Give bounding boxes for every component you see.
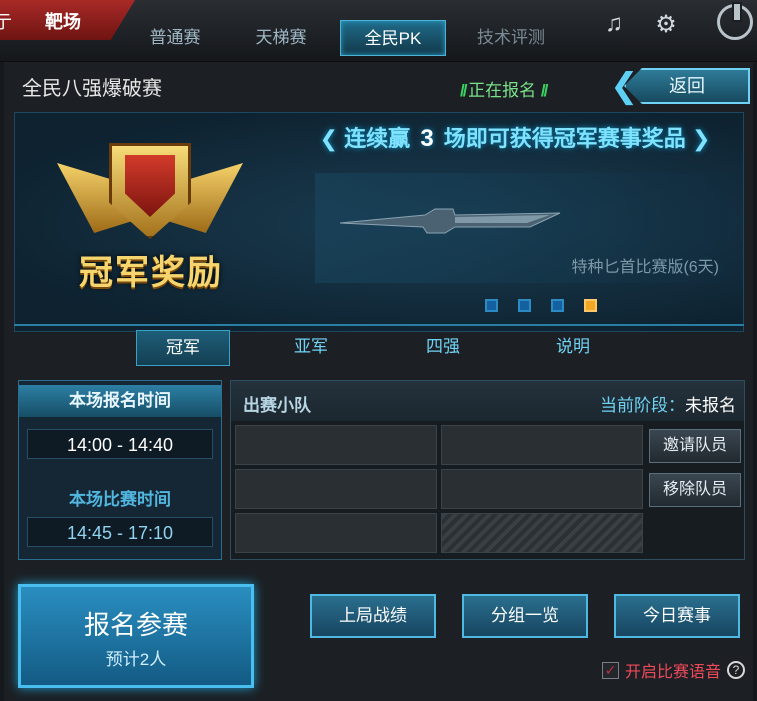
status-bars-icon: // bbox=[460, 81, 469, 100]
last-record-button[interactable]: 上局战绩 bbox=[310, 594, 436, 638]
back-button[interactable]: 返回 bbox=[624, 68, 750, 104]
reward-banner: 冠军奖励 ❮ 连续赢 3 场即可获得冠军赛事奖品 ❯ 特种匕首比赛版(6天) bbox=[14, 112, 744, 332]
voice-toggle[interactable]: ✓ 开启比赛语音 ? bbox=[602, 658, 746, 682]
banner-headline: ❮ 连续赢 3 场即可获得冠军赛事奖品 ❯ bbox=[305, 121, 725, 153]
voice-label: 开启比赛语音 bbox=[625, 664, 722, 681]
stage-value: 未报名 bbox=[685, 396, 736, 415]
signup-estimate: 预计2人 bbox=[105, 650, 167, 669]
team-slot-locked bbox=[441, 513, 643, 553]
team-title: 出赛小队 bbox=[243, 396, 311, 415]
remove-member-button[interactable]: 移除队员 bbox=[649, 473, 741, 507]
tab-national-pk[interactable]: 全民PK bbox=[340, 20, 446, 56]
group-overview-button[interactable]: 分组一览 bbox=[462, 594, 588, 638]
reward-subtabs: 冠军 亚军 四强 说明 bbox=[14, 324, 744, 366]
gear-icon[interactable]: ⚙ bbox=[646, 4, 686, 44]
help-icon[interactable]: ? bbox=[727, 661, 746, 679]
carousel-dot-active[interactable] bbox=[584, 299, 597, 312]
signup-button[interactable]: 报名参赛 预计2人 bbox=[18, 584, 254, 688]
team-slot[interactable] bbox=[441, 425, 643, 465]
status-bars-icon: // bbox=[540, 81, 549, 100]
signup-time-value: 14:00 - 14:40 bbox=[27, 429, 213, 459]
checkbox-checked-icon[interactable]: ✓ bbox=[602, 661, 619, 679]
team-slot[interactable] bbox=[235, 513, 437, 553]
tab-range[interactable]: 靶场 bbox=[45, 8, 81, 34]
main-panel: 全民八强爆破赛 // 正在报名 // ❮ 返回 冠军奖励 ❮ 连续赢 3 场即可… bbox=[4, 62, 753, 701]
headline-post: 场即可获得冠军赛事奖品 bbox=[443, 126, 686, 151]
top-tab-bar: 亍 靶场 普通赛 天梯赛 全民PK 技术评测 ♫ ⚙ bbox=[0, 0, 757, 62]
prize-display: 特种匕首比赛版(6天) bbox=[315, 173, 727, 283]
emblem-text: 冠军奖励 bbox=[79, 254, 223, 292]
headline-number: 3 bbox=[420, 125, 434, 152]
match-time-value: 14:45 - 17:10 bbox=[27, 517, 213, 547]
headline-bracket-icon: ❯ bbox=[691, 126, 711, 151]
carousel-dot[interactable] bbox=[485, 299, 498, 312]
stage-label: 当前阶段： bbox=[600, 396, 685, 415]
headline-bracket-icon: ❮ bbox=[319, 126, 345, 151]
subtab-instructions[interactable]: 说明 bbox=[526, 330, 620, 366]
carousel-dot[interactable] bbox=[551, 299, 564, 312]
champion-emblem: 冠军奖励 bbox=[45, 133, 255, 313]
tab-ladder-match[interactable]: 天梯赛 bbox=[228, 20, 334, 56]
subtab-champion[interactable]: 冠军 bbox=[136, 330, 230, 366]
power-icon[interactable] bbox=[717, 2, 753, 40]
subtab-runner-up[interactable]: 亚军 bbox=[264, 330, 358, 366]
invite-member-button[interactable]: 邀请队员 bbox=[649, 429, 741, 463]
carousel-dots bbox=[485, 299, 597, 312]
team-slot[interactable] bbox=[441, 469, 643, 509]
team-header: 出赛小队 当前阶段：未报名 bbox=[231, 381, 744, 421]
status-text: 正在报名 bbox=[468, 81, 537, 100]
schedule-panel: 本场报名时间 14:00 - 14:40 本场比赛时间 14:45 - 17:1… bbox=[18, 380, 222, 560]
tab-normal-match[interactable]: 普通赛 bbox=[122, 20, 228, 56]
current-stage: 当前阶段：未报名 bbox=[600, 391, 736, 416]
signup-button-label: 报名参赛 bbox=[83, 610, 188, 640]
tab-skill-assessment[interactable]: 技术评测 bbox=[458, 20, 564, 56]
signup-time-label: 本场报名时间 bbox=[19, 385, 221, 417]
team-slot[interactable] bbox=[235, 469, 437, 509]
carousel-dot[interactable] bbox=[518, 299, 531, 312]
music-icon[interactable]: ♫ bbox=[594, 4, 634, 44]
prize-name: 特种匕首比赛版(6天) bbox=[571, 259, 719, 276]
team-panel: 出赛小队 当前阶段：未报名 邀请队员 移除队员 bbox=[230, 380, 745, 560]
headline-pre: 连续赢 bbox=[344, 126, 411, 151]
match-time-label: 本场比赛时间 bbox=[69, 490, 171, 509]
title-row: 全民八强爆破赛 // 正在报名 // ❮ 返回 bbox=[4, 62, 753, 106]
signup-status: // 正在报名 // bbox=[460, 76, 549, 101]
team-slot[interactable] bbox=[235, 425, 437, 465]
subtab-top-four[interactable]: 四强 bbox=[396, 330, 490, 366]
page-title: 全民八强爆破赛 bbox=[22, 78, 162, 100]
tab-partial-left[interactable]: 亍 bbox=[0, 8, 12, 34]
today-events-button[interactable]: 今日赛事 bbox=[614, 594, 740, 638]
knife-icon bbox=[339, 208, 561, 234]
